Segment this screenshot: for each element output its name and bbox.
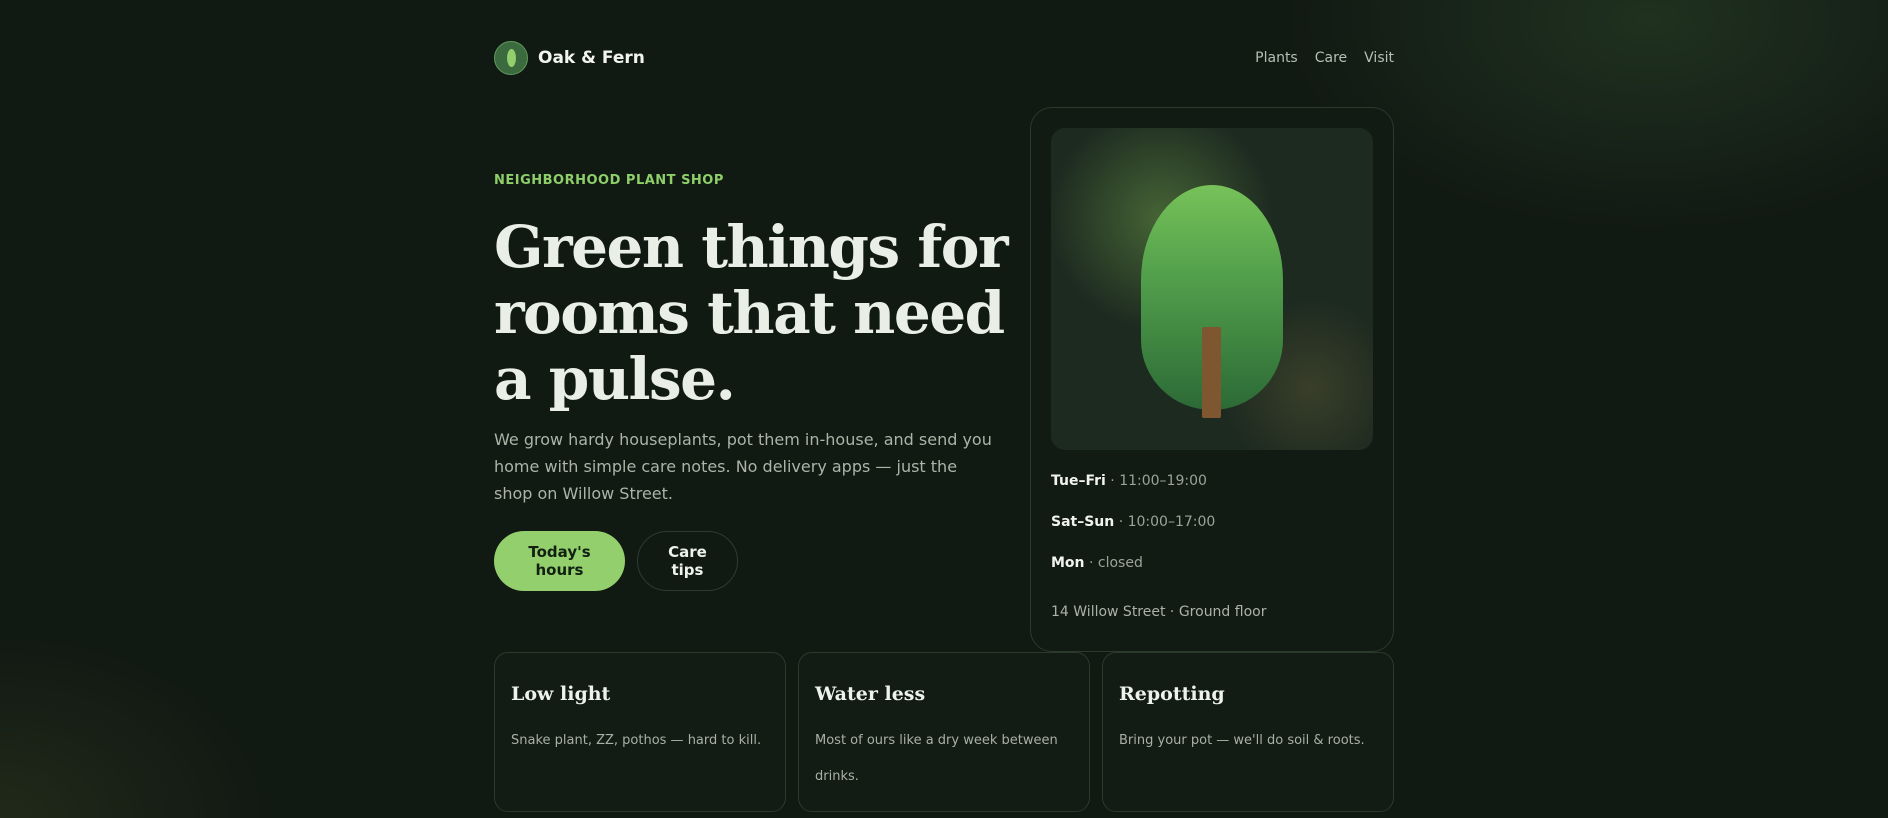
tip-title: Repotting — [1119, 683, 1225, 705]
hours-day: Mon — [1051, 555, 1085, 571]
hours-day: Sat–Sun — [1051, 514, 1115, 530]
hero-eyebrow: NEIGHBORHOOD PLANT SHOP — [494, 173, 724, 188]
hours-row: Sat–Sun · 10:00–17:00 — [1051, 514, 1215, 555]
hours-time: · 11:00–19:00 — [1105, 473, 1207, 489]
tip-card-water-less: Water less Most of ours like a dry week … — [798, 652, 1090, 812]
tip-card-low-light: Low light Snake plant, ZZ, pothos — hard… — [494, 652, 786, 812]
tip-text: Most of ours like a dry week between dri… — [815, 733, 1058, 784]
nav-care[interactable]: Care — [1315, 50, 1347, 66]
care-tips-button[interactable]: Care tips — [637, 531, 738, 591]
tip-title: Water less — [815, 683, 926, 705]
hours-time: · closed — [1084, 555, 1143, 571]
brand-name: Oak & Fern — [538, 48, 645, 68]
tip-text: Bring your pot — we'll do soil & roots. — [1119, 733, 1365, 748]
hours-time: · 10:00–17:00 — [1114, 514, 1216, 530]
tip-title: Low light — [511, 683, 611, 705]
site-header: Oak & Fern Plants Care Visit — [494, 38, 1394, 78]
opening-hours: Tue–Fri · 11:00–19:00 Sat–Sun · 10:00–17… — [1051, 473, 1215, 596]
tip-card-repotting: Repotting Bring your pot — we'll do soil… — [1102, 652, 1394, 812]
shop-info-card: Tue–Fri · 11:00–19:00 Sat–Sun · 10:00–17… — [1030, 107, 1394, 652]
hero-actions: Today's hours Care tips — [494, 531, 738, 591]
todays-hours-button[interactable]: Today's hours — [494, 531, 625, 591]
hero-lead: We grow hardy houseplants, pot them in-h… — [494, 430, 992, 503]
tree-trunk — [1202, 327, 1221, 418]
brand[interactable]: Oak & Fern — [494, 41, 645, 75]
tree-icon — [1051, 128, 1373, 450]
nav-visit[interactable]: Visit — [1364, 50, 1394, 66]
nav-plants[interactable]: Plants — [1255, 50, 1298, 66]
care-tips-section: Low light Snake plant, ZZ, pothos — hard… — [494, 652, 1394, 812]
hero-title: Green things for rooms that need a pulse… — [494, 213, 1009, 413]
leaf-icon — [494, 41, 528, 75]
hours-day: Tue–Fri — [1051, 473, 1106, 489]
hours-row: Tue–Fri · 11:00–19:00 — [1051, 473, 1215, 514]
hours-row: Mon · closed — [1051, 555, 1215, 596]
main-nav: Plants Care Visit — [1255, 50, 1394, 66]
shop-address: 14 Willow Street · Ground floor — [1051, 604, 1267, 620]
tip-text: Snake plant, ZZ, pothos — hard to kill. — [511, 733, 762, 748]
